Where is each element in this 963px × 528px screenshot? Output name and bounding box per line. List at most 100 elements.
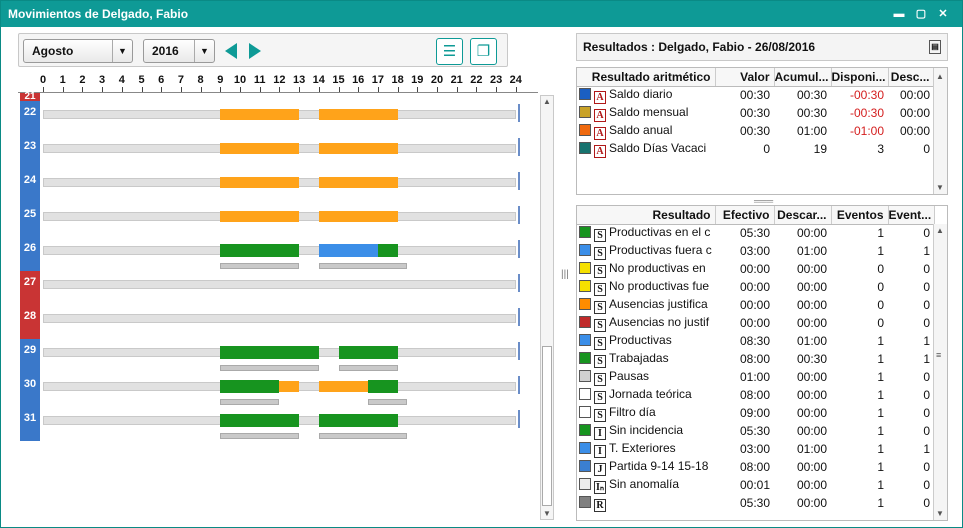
scroll-grip-icon[interactable]: ≡ xyxy=(936,350,941,360)
column-header[interactable]: Resultado aritmético xyxy=(577,68,716,87)
day-track[interactable] xyxy=(43,314,516,323)
time-segment[interactable] xyxy=(220,211,300,222)
table-row[interactable]: S No productivas en 00:00 00:00 0 0 xyxy=(577,260,934,278)
table-row[interactable]: R 05:30 00:00 1 0 xyxy=(577,494,934,512)
column-header[interactable]: Event... xyxy=(888,206,935,225)
day-label: 25 xyxy=(20,203,40,237)
value-cell: 00:30 xyxy=(739,106,770,120)
table-row[interactable]: S Productivas fuera c 03:00 01:00 1 1 xyxy=(577,242,934,260)
day-row[interactable]: 21 xyxy=(18,67,538,102)
time-segment[interactable] xyxy=(318,244,378,257)
minimize-icon[interactable]: ▬ xyxy=(888,6,910,22)
day-row[interactable]: 29 xyxy=(18,339,538,373)
column-header[interactable]: Eventos xyxy=(831,206,889,225)
value-cell: 0 xyxy=(923,496,930,510)
day-row[interactable]: 28 xyxy=(18,305,538,339)
table-row[interactable]: J Partida 9-14 15-18 08:00 00:00 1 0 xyxy=(577,458,934,476)
report-icon[interactable]: ▤ xyxy=(929,40,941,54)
scroll-up-icon[interactable]: ▲ xyxy=(936,72,944,81)
scroll-thumb[interactable] xyxy=(542,346,552,506)
time-segment[interactable] xyxy=(220,346,319,359)
table-row[interactable]: I T. Exteriores 03:00 01:00 1 1 xyxy=(577,440,934,458)
result-type-icon: S xyxy=(594,246,606,260)
value-cell: 03:00 xyxy=(739,442,770,456)
time-segment[interactable] xyxy=(338,346,398,359)
column-header[interactable]: Resultado xyxy=(577,206,716,225)
maximize-icon[interactable]: ▢ xyxy=(910,6,932,22)
column-header[interactable]: Disponi... xyxy=(831,68,889,87)
day-row[interactable]: 23 xyxy=(18,135,538,169)
day-row[interactable]: 30 xyxy=(18,373,538,407)
column-header[interactable]: Acumul... xyxy=(774,68,832,87)
color-swatch-icon xyxy=(579,369,591,382)
time-segment[interactable] xyxy=(220,177,300,188)
time-segment[interactable] xyxy=(377,244,398,257)
time-segment[interactable] xyxy=(220,414,300,427)
table-row[interactable]: S Ausencias justifica 00:00 00:00 0 0 xyxy=(577,296,934,314)
timeline-scrollbar[interactable]: ▲ ▼ xyxy=(540,95,554,520)
arith-scrollbar[interactable]: ▲ ▼ xyxy=(933,68,947,194)
table-row[interactable]: S Ausencias no justif 00:00 00:00 0 0 xyxy=(577,314,934,332)
day-row[interactable]: 26 xyxy=(18,237,538,271)
time-segment[interactable] xyxy=(318,177,398,188)
result-name-cell: Iₙ Sin anomalía xyxy=(577,476,715,494)
year-select[interactable]: 2016 ▼ xyxy=(143,39,215,63)
time-segment[interactable] xyxy=(318,211,398,222)
time-segment[interactable] xyxy=(318,109,398,120)
day-label: 30 xyxy=(20,373,40,407)
table-row[interactable]: S Productivas 08:30 01:00 1 1 xyxy=(577,332,934,350)
day-row[interactable]: 27 xyxy=(18,271,538,305)
table-row[interactable]: A Saldo diario 00:30 00:30 -00:30 00:00 xyxy=(577,86,934,104)
time-segment[interactable] xyxy=(220,109,300,120)
time-segment[interactable] xyxy=(368,380,398,393)
table-row[interactable]: S Trabajadas 08:00 00:30 1 1 xyxy=(577,350,934,368)
value-cell: 1 xyxy=(877,370,884,384)
previous-arrow-icon[interactable] xyxy=(225,43,237,59)
chevron-down-icon[interactable]: ▼ xyxy=(112,40,132,62)
table-row[interactable]: A Saldo anual 00:30 01:00 -01:00 00:00 xyxy=(577,122,934,140)
scroll-up-icon[interactable]: ▲ xyxy=(543,97,551,106)
table-row[interactable]: S Jornada teórica 08:00 00:00 1 0 xyxy=(577,386,934,404)
results-scrollbar[interactable]: ▲ ≡ ▼ xyxy=(933,224,947,520)
copy-pages-icon[interactable]: ❐ xyxy=(470,38,497,65)
table-row[interactable]: S No productivas fue 00:00 00:00 0 0 xyxy=(577,278,934,296)
table-row[interactable]: S Filtro día 09:00 00:00 1 0 xyxy=(577,404,934,422)
table-row[interactable]: S Pausas 01:00 00:00 1 0 xyxy=(577,368,934,386)
time-segment[interactable] xyxy=(220,143,300,154)
chevron-down-icon[interactable]: ▼ xyxy=(194,40,214,62)
scroll-down-icon[interactable]: ▼ xyxy=(936,509,944,518)
day-track[interactable] xyxy=(43,280,516,289)
day-row[interactable]: 31 xyxy=(18,407,538,441)
column-header[interactable]: Desc... xyxy=(888,68,935,87)
table-row[interactable]: A Saldo Días Vacaci 0 19 3 0 xyxy=(577,140,934,158)
column-header[interactable]: Efectivo xyxy=(715,206,775,225)
table-row[interactable]: I Sin incidencia 05:30 00:00 1 0 xyxy=(577,422,934,440)
scroll-down-icon[interactable]: ▼ xyxy=(936,183,944,192)
time-segment[interactable] xyxy=(318,143,398,154)
table-row[interactable]: A Saldo mensual 00:30 00:30 -00:30 00:00 xyxy=(577,104,934,122)
time-segment[interactable] xyxy=(279,381,300,392)
time-segment[interactable] xyxy=(318,414,398,427)
value-cell: 0 xyxy=(923,298,930,312)
next-arrow-icon[interactable] xyxy=(249,43,261,59)
day-end-marker xyxy=(516,308,520,326)
table-row[interactable]: S Productivas en el c 05:30 00:00 1 0 xyxy=(577,224,934,242)
day-row[interactable]: 25 xyxy=(18,203,538,237)
value-cell: 00:00 xyxy=(796,370,827,384)
column-header[interactable]: Valor xyxy=(715,68,775,87)
time-segment[interactable] xyxy=(220,244,300,257)
column-header[interactable]: Descar... xyxy=(774,206,832,225)
panel-splitter[interactable]: ||| xyxy=(561,269,569,280)
close-icon[interactable]: ✕ xyxy=(932,6,954,22)
month-select[interactable]: Agosto ▼ xyxy=(23,39,133,63)
time-segment[interactable] xyxy=(220,380,280,393)
day-row[interactable]: 24 xyxy=(18,169,538,203)
table-row[interactable]: Iₙ Sin anomalía 00:01 00:00 1 0 xyxy=(577,476,934,494)
scroll-down-icon[interactable]: ▼ xyxy=(543,509,551,518)
day-row[interactable]: 22 xyxy=(18,101,538,135)
value-cell: 00:00 xyxy=(796,406,827,420)
filter-settings-icon[interactable]: ☰ xyxy=(436,38,463,65)
scroll-up-icon[interactable]: ▲ xyxy=(936,226,944,235)
time-segment[interactable] xyxy=(318,381,369,392)
result-type-icon: S xyxy=(594,228,606,242)
